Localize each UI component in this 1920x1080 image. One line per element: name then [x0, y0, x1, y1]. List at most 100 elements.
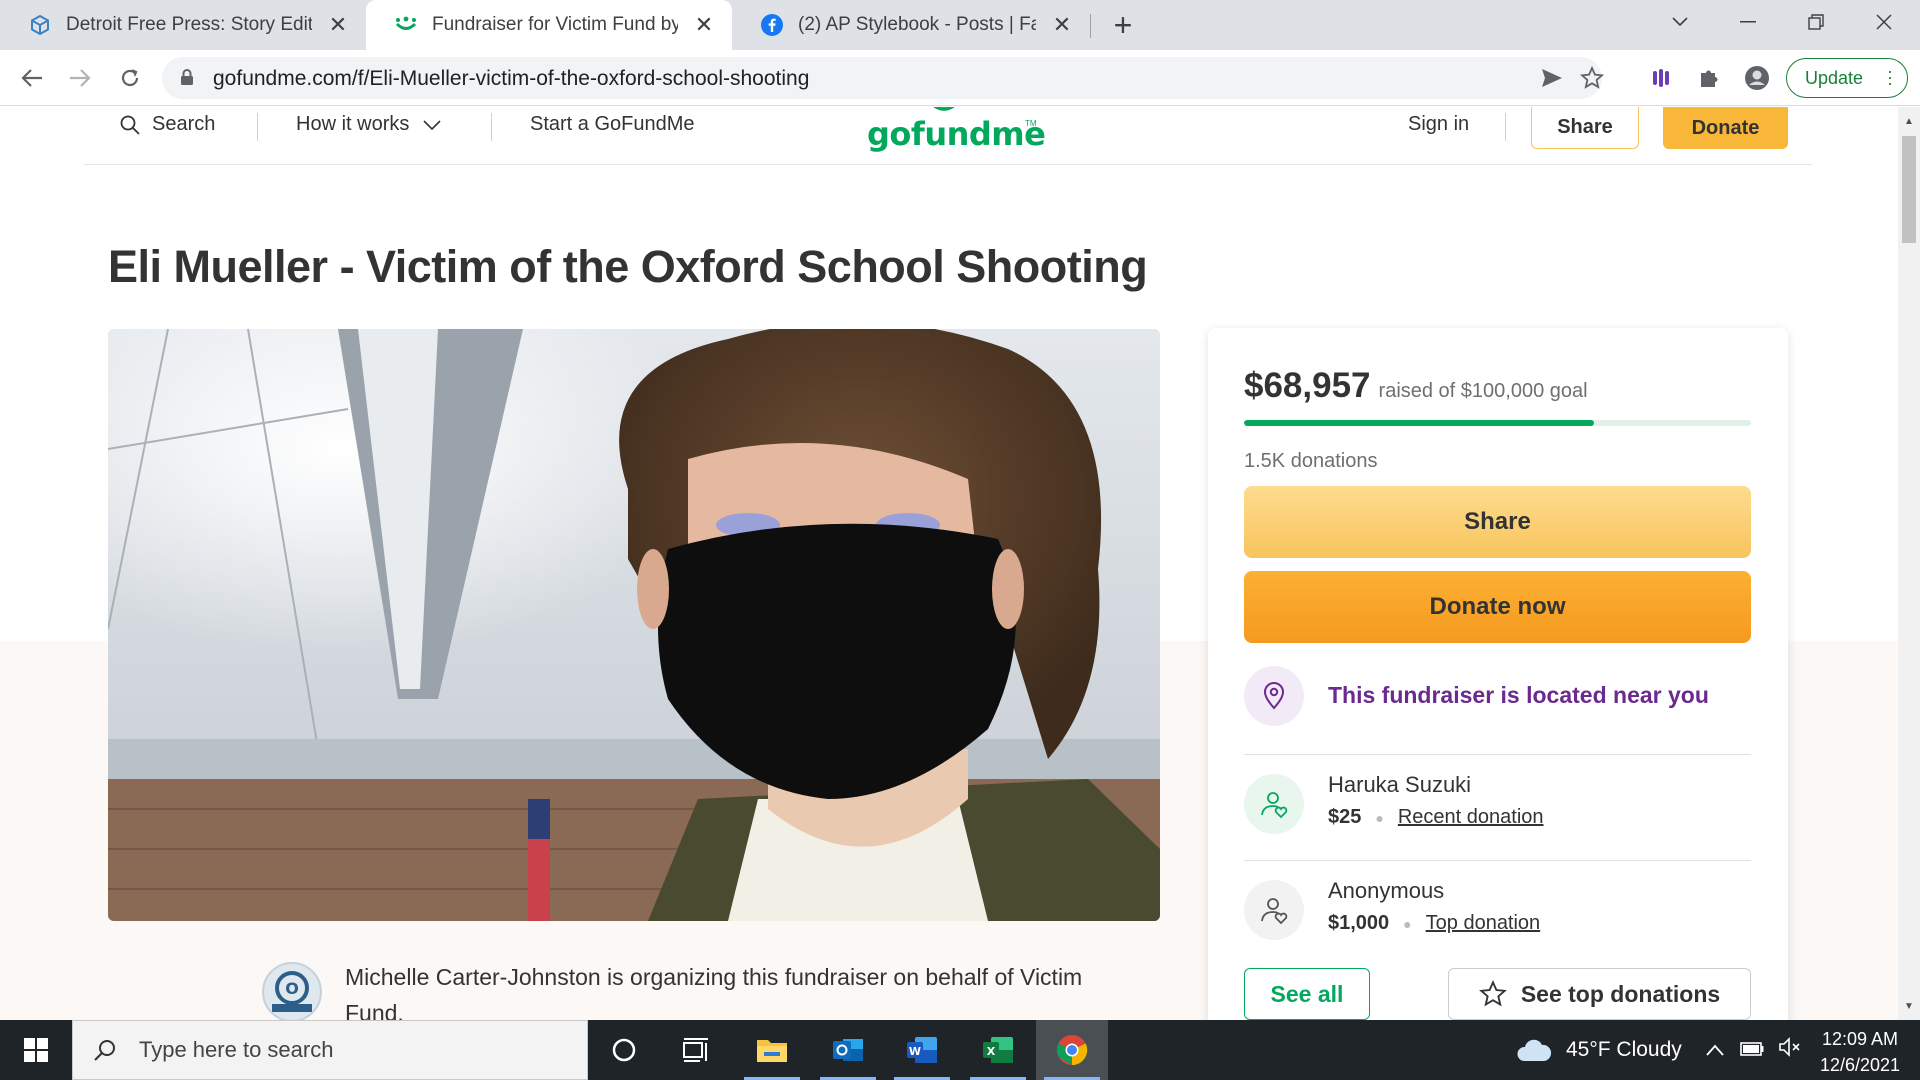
tray-icons: [1706, 1020, 1802, 1080]
nearby-text: This fundraiser is located near you: [1328, 682, 1709, 708]
forward-button[interactable]: [62, 60, 98, 96]
weather-text: 45°F Cloudy: [1566, 1038, 1682, 1061]
battery-icon[interactable]: [1740, 1038, 1764, 1062]
update-button[interactable]: Update · · ·: [1786, 58, 1908, 98]
more-vertical-icon: · · ·: [1887, 61, 1893, 93]
recent-donation-link[interactable]: Recent donation: [1398, 806, 1544, 829]
arrow-right-icon: [70, 69, 91, 87]
chrome-button[interactable]: [1036, 1020, 1108, 1080]
bullet: ●: [1403, 915, 1412, 932]
restore-button[interactable]: [1786, 0, 1846, 44]
see-top-donations-button[interactable]: See top donations: [1448, 968, 1751, 1020]
page-scrollbar[interactable]: ▲ ▼: [1898, 107, 1920, 1020]
back-button[interactable]: [14, 60, 50, 96]
taskbar-search-box[interactable]: Type here to search: [72, 1020, 588, 1080]
cortana-icon: [612, 1038, 636, 1062]
outlook-button[interactable]: [812, 1020, 884, 1080]
gofundme-logo[interactable]: gofundme TM: [867, 107, 1046, 153]
donor-name: Haruka Suzuki: [1328, 772, 1472, 797]
browser-toolbar: gofundme.com/f/Eli-Mueller-victim-of-the…: [0, 50, 1920, 106]
gofundme-icon: [394, 13, 418, 37]
share-button-label: Share: [1464, 508, 1531, 535]
scroll-up-icon[interactable]: ▲: [1903, 115, 1915, 127]
organizer-text: Michelle Carter-Johnston is organizing t…: [345, 964, 1083, 1020]
donor-heart-icon: [1244, 774, 1304, 834]
donor-amount: $25: [1328, 806, 1362, 828]
tab-separator: [1090, 14, 1091, 38]
minimize-button[interactable]: [1718, 0, 1778, 44]
svg-text:O: O: [285, 979, 299, 998]
cloud-icon: [1517, 1039, 1552, 1061]
search-icon: [120, 115, 140, 135]
windows-taskbar: Type here to search W X 45°F Cloudy 12:0…: [0, 1020, 1920, 1080]
see-top-label: See top donations: [1520, 980, 1721, 1007]
donate-now-button[interactable]: Donate now: [1244, 571, 1751, 643]
weather-widget[interactable]: 45°F Cloudy: [1516, 1020, 1682, 1080]
word-button[interactable]: W: [886, 1020, 958, 1080]
scroll-thumb[interactable]: [1902, 136, 1916, 243]
new-tab-button[interactable]: +: [1106, 7, 1140, 43]
amount-raised: $68,957 raised of $100,000 goal: [1244, 366, 1588, 406]
top-donation-link[interactable]: Top donation: [1426, 912, 1541, 935]
page-title: Eli Mueller - Victim of the Oxford Schoo…: [108, 241, 1148, 292]
system-clock[interactable]: 12:09 AM 12/6/2021: [1810, 1026, 1910, 1078]
start-button[interactable]: [0, 1020, 72, 1080]
profile-icon[interactable]: [1744, 65, 1770, 91]
close-window-button[interactable]: [1854, 0, 1914, 44]
scroll-down-icon[interactable]: ▼: [1903, 1000, 1915, 1012]
clock-date: 12/6/2021: [1819, 1055, 1901, 1075]
reload-button[interactable]: [112, 60, 148, 96]
bullet: ●: [1375, 809, 1384, 826]
progress-bar: [1244, 420, 1751, 426]
site-header: Search How it works Start a GoFundMe gof…: [84, 107, 1812, 165]
tab-fundraiser[interactable]: Fundraiser for Victim Fund by Mi ✕: [366, 0, 732, 50]
donations-count: 1.5K donations: [1244, 450, 1378, 472]
close-icon[interactable]: ✕: [690, 11, 718, 39]
restore-icon: [1808, 14, 1824, 30]
browser-tab-bar: Detroit Free Press: Story Editor ✕ Fundr…: [0, 0, 1920, 50]
cube-icon: [28, 13, 52, 37]
puzzle-icon[interactable]: [1696, 65, 1722, 91]
how-it-works-menu[interactable]: How it works: [296, 113, 441, 136]
tab-facebook[interactable]: (2) AP Stylebook - Posts | Facebo ✕: [732, 0, 1090, 50]
volume-muted-icon[interactable]: [1778, 1037, 1802, 1063]
chrome-icon: [1056, 1035, 1088, 1066]
tab-label: Detroit Free Press: Story Editor: [66, 14, 312, 35]
chevron-down-icon: [1672, 17, 1688, 27]
extension-purple-icon[interactable]: [1648, 65, 1674, 91]
sign-in-link[interactable]: Sign in: [1408, 113, 1469, 136]
tab-story-editor[interactable]: Detroit Free Press: Story Editor ✕: [0, 0, 366, 50]
campaign-photo: [108, 329, 1160, 921]
sign-in-label: Sign in: [1408, 113, 1470, 135]
search-link[interactable]: Search: [120, 113, 215, 136]
url-text: gofundme.com/f/Eli-Mueller-victim-of-the…: [213, 67, 810, 90]
close-icon[interactable]: ✕: [1048, 11, 1076, 39]
send-icon[interactable]: [1540, 66, 1564, 90]
donor-row: Anonymous $1,000 ● Top donation: [1244, 870, 1751, 950]
share-button[interactable]: Share: [1244, 486, 1751, 558]
card-divider: [1244, 754, 1751, 755]
arrow-left-icon: [21, 69, 42, 87]
logo-text: gofundme: [867, 115, 1046, 153]
see-all-button[interactable]: See all: [1244, 968, 1370, 1020]
header-share-button[interactable]: Share: [1531, 107, 1639, 149]
donor-heart-icon: [1244, 880, 1304, 940]
card-divider: [1244, 860, 1751, 861]
star-icon[interactable]: [1580, 66, 1604, 90]
start-gofundme-link[interactable]: Start a GoFundMe: [530, 113, 695, 136]
search-icon: [94, 1040, 115, 1061]
chevron-up-icon[interactable]: [1706, 1038, 1724, 1062]
file-explorer-button[interactable]: [736, 1020, 808, 1080]
lock-icon: [180, 68, 194, 91]
excel-button[interactable]: X: [962, 1020, 1034, 1080]
see-all-label: See all: [1270, 980, 1344, 1007]
task-view-button[interactable]: [660, 1020, 732, 1080]
close-icon: [1876, 14, 1892, 30]
organizer-avatar[interactable]: O: [262, 962, 322, 1020]
cortana-button[interactable]: [588, 1020, 660, 1080]
page-content: Search How it works Start a GoFundMe gof…: [0, 107, 1898, 1020]
close-icon[interactable]: ✕: [324, 11, 352, 39]
header-donate-button[interactable]: Donate: [1663, 107, 1788, 149]
address-bar[interactable]: gofundme.com/f/Eli-Mueller-victim-of-the…: [162, 57, 1604, 99]
tab-search-button[interactable]: [1650, 0, 1710, 44]
